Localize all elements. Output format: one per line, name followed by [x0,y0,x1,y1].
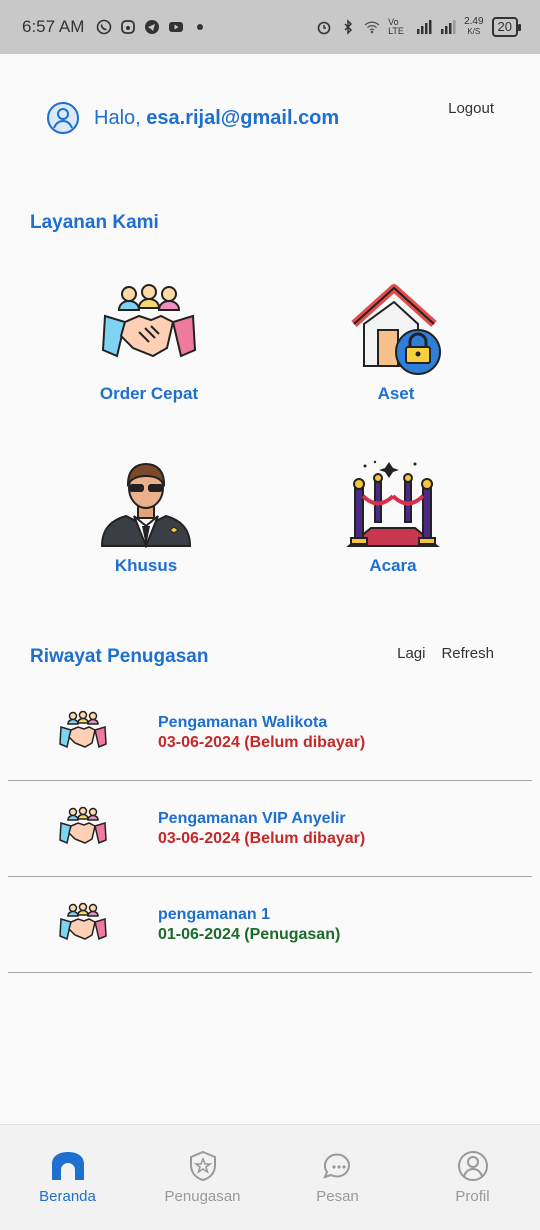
status-time: 6:57 AM [22,17,85,36]
youtube-icon [169,22,184,32]
status-bar: 6:57 AM Vo LTE 2.49 K/S 20 [0,0,540,54]
service-order-cepat[interactable]: Order Cepat [49,280,249,404]
history-item-title: Pengamanan VIP Anyelir [158,809,346,827]
header: Halo, esa.rijal@gmail.com Logout [46,96,494,140]
speed-unit: K/S [467,27,481,36]
mi-icon [121,20,136,34]
battery-indicator: 20 [491,17,522,37]
handshake-icon [59,806,107,844]
home-icon [51,1152,84,1180]
refresh-button[interactable]: Refresh [441,645,494,662]
signal-icon [417,20,432,34]
chat-icon [322,1153,350,1179]
service-label: Order Cepat [99,384,199,403]
service-label: Khusus [114,556,178,575]
whatsapp-icon [97,19,112,35]
user-email: esa.rijal@gmail.com [146,106,340,129]
history-actions: Lagi Refresh [397,645,494,662]
nav-profil[interactable]: Profil [405,1125,540,1230]
history-item-title: Pengamanan Walikota [158,713,328,731]
service-label: Acara [369,556,417,575]
service-khusus[interactable]: Khusus [46,458,246,576]
handshake-icon [101,284,197,358]
history-title: Riwayat Penugasan [30,646,209,667]
history-text: Pengamanan Walikota 03-06-2024 (Belum dib… [158,714,365,752]
shield-star-icon [189,1150,216,1182]
wifi-icon [364,21,380,34]
history-list: Pengamanan Walikota 03-06-2024 (Belum dib… [8,685,532,973]
nav-label: Penugasan [164,1188,241,1205]
service-acara[interactable]: Acara [293,458,493,576]
nav-label: Pesan [316,1188,359,1205]
history-item-status: 03-06-2024 (Belum dibayar) [158,733,366,751]
red-carpet-icon [346,460,440,547]
user-avatar-icon [47,102,79,134]
more-button[interactable]: Lagi [397,645,425,662]
alarm-icon [317,21,331,35]
history-item-status: 03-06-2024 (Belum dibayar) [158,829,366,847]
system-icons: Vo LTE 2.49 K/S 20 [316,17,522,37]
bottom-nav: Beranda Penugasan Pesan Profil [0,1124,540,1230]
history-text: pengamanan 1 01-06-2024 (Penugasan) [158,906,340,944]
telegram-icon [145,20,160,34]
bluetooth-icon [344,19,353,35]
house-lock-icon [351,284,441,375]
service-aset[interactable]: Aset [296,280,496,404]
history-row[interactable]: Pengamanan VIP Anyelir 03-06-2024 (Belum … [8,781,532,877]
greeting-text: Halo, [94,106,141,129]
service-label: Aset [377,384,415,403]
services-title: Layanan Kami [30,212,159,233]
history-text: Pengamanan VIP Anyelir 03-06-2024 (Belum … [158,810,365,848]
nav-label: Beranda [39,1188,96,1205]
history-row[interactable]: Pengamanan Walikota 03-06-2024 (Belum dib… [8,685,532,781]
nav-penugasan[interactable]: Penugasan [135,1125,270,1230]
bodyguard-icon [100,462,192,548]
notification-icons [96,19,208,35]
history-item-title: pengamanan 1 [158,905,271,923]
history-row[interactable]: pengamanan 1 01-06-2024 (Penugasan) [8,877,532,973]
handshake-icon [59,710,107,748]
network-speed: 2.49 K/S [464,17,483,37]
nav-beranda[interactable]: Beranda [0,1125,135,1230]
dot-icon [197,24,204,30]
speed-value: 2.49 [464,16,484,27]
signal-icon-2 [441,20,456,34]
user-icon [457,1151,488,1181]
logout-button[interactable]: Logout [448,100,494,117]
volte-label: Vo LTE [388,17,404,36]
greeting: Halo, esa.rijal@gmail.com [94,107,339,130]
handshake-icon [59,902,107,940]
history-item-status: 01-06-2024 (Penugasan) [158,925,341,943]
nav-pesan[interactable]: Pesan [270,1125,405,1230]
nav-label: Profil [455,1188,490,1205]
